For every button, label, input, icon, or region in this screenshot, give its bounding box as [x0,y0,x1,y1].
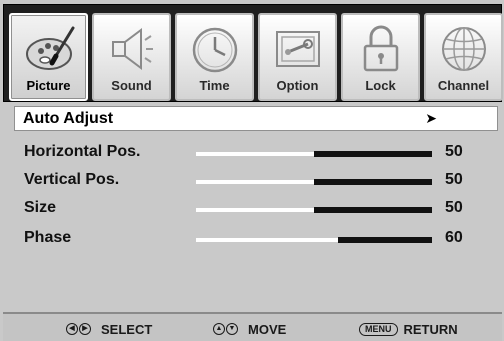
tab-picture[interactable]: Picture [9,13,88,101]
up-down-arrows-icon: ▲ ▼ [213,323,238,335]
return-hint: MENU RETURN [359,320,458,338]
menu-item-label: Auto Adjust [23,110,114,127]
menu-item-label: Horizontal Pos. [24,143,141,160]
menu-item-size[interactable]: Size 50 [14,196,498,221]
tab-label: Channel [437,78,490,93]
menu-item-label: Phase [24,229,72,246]
vertical-pos-value: 50 [445,171,463,188]
menu-item-phase[interactable]: Phase 60 [14,226,498,251]
slider-level-fill [314,151,432,157]
tab-label: Sound [111,78,152,93]
move-hint-label: MOVE [248,321,287,337]
tab-sound[interactable]: Sound [92,13,171,101]
tab-label: Time [199,78,230,93]
tab-label: Lock [365,78,396,93]
return-hint-label: RETURN [403,321,458,337]
submenu-arrow-icon: ➤ [425,110,437,126]
slider-level-fill [337,237,432,243]
phase-value: 60 [445,229,463,246]
menu-key-icon: MENU [359,322,398,336]
size-value: 50 [445,199,463,216]
slider-track [196,238,338,242]
slider-track [196,152,314,156]
horizontal-pos-slider[interactable] [196,151,432,157]
tab-bar: Picture Sound Time Option Lock Channel [3,4,503,102]
speaker-icon [111,28,153,70]
tab-channel[interactable]: Channel [424,13,503,101]
menu-item-label: Vertical Pos. [24,171,120,188]
footer-hints: ◀ ▶ SELECT ▲ ▼ MOVE MENU RETURN [3,312,502,341]
tab-label: Option [276,78,319,93]
size-slider[interactable] [196,207,432,213]
select-hint-label: SELECT [101,321,153,337]
vertical-pos-slider[interactable] [196,179,432,185]
phase-slider[interactable] [196,237,432,243]
select-hint: ◀ ▶ SELECT [66,320,152,338]
tab-option[interactable]: Option [258,13,337,101]
option-tools-icon [275,31,320,67]
padlock-icon [363,25,398,72]
slider-level-fill [314,179,432,185]
slider-track [196,180,314,184]
picture-menu: Auto Adjust ➤ Horizontal Pos. 50 Vertica… [10,104,498,306]
left-right-arrows-icon: ◀ ▶ [66,323,91,335]
picture-palette-icon [25,26,74,70]
tab-time[interactable]: Time [175,13,254,101]
slider-track [196,208,314,212]
clock-icon [192,27,237,73]
tab-label: Picture [26,78,71,93]
tab-lock[interactable]: Lock [341,13,420,101]
menu-item-auto-adjust[interactable]: Auto Adjust ➤ [14,106,498,131]
menu-item-label: Size [24,199,57,216]
horizontal-pos-value: 50 [445,143,463,160]
menu-item-horizontal-pos[interactable]: Horizontal Pos. 50 [14,140,498,165]
menu-item-vertical-pos[interactable]: Vertical Pos. 50 [14,168,498,193]
osd-menu: Picture Sound Time Option Lock Channel A… [0,0,504,341]
move-hint: ▲ ▼ MOVE [213,320,286,338]
slider-level-fill [314,207,432,213]
globe-icon [441,27,486,71]
